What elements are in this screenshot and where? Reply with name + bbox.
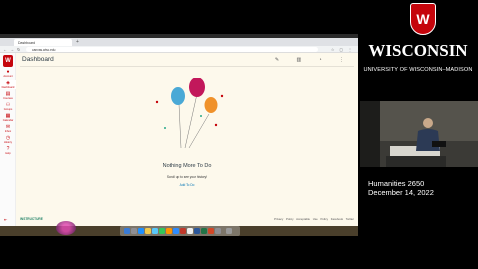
uw-crest-logo: W: [410, 3, 436, 35]
nav-calendar-label: Calendar: [2, 119, 14, 122]
university-subtitle: UNIVERSITY OF WISCONSIN–MADISON: [363, 67, 473, 73]
safari-icon[interactable]: [138, 228, 144, 234]
lecturer-video: [360, 101, 478, 167]
mail-icon[interactable]: [152, 228, 158, 234]
nav-account[interactable]: ● Account: [0, 69, 16, 78]
university-logo[interactable]: W: [3, 55, 13, 67]
balloons-illustration: [155, 78, 224, 149]
tab-dashboard[interactable]: Dashboard: [14, 39, 72, 46]
global-navigation: W ● Account ◈ Dashboard ▤ Courses ⚇ Grou…: [0, 53, 16, 226]
address-bar: ← → ↻ canvas.wisc.edu ☆ ◻ ⋮: [0, 46, 358, 53]
empty-state-subtitle: Scroll up to see your history!: [166, 175, 208, 179]
course-caption: Humanities 2650 December 14, 2022: [368, 179, 434, 197]
canvas-app: W ● Account ◈ Dashboard ▤ Courses ⚇ Grou…: [0, 53, 358, 226]
screen: Dashboard + ← → ↻ canvas.wisc.edu ☆ ◻ ⋮ …: [0, 0, 478, 269]
instructure-logo[interactable]: INSTRUCTURE: [20, 217, 43, 221]
nav-inbox[interactable]: ✉ Inbox: [0, 124, 16, 133]
zoom-icon[interactable]: [173, 228, 179, 234]
trash-icon[interactable]: [226, 228, 232, 234]
lecture-date: December 14, 2022: [368, 188, 434, 197]
nav-help[interactable]: ? Help: [0, 146, 16, 155]
chrome-icon[interactable]: [145, 228, 151, 234]
notes-icon[interactable]: [187, 228, 193, 234]
browser-window: Dashboard + ← → ↻ canvas.wisc.edu ☆ ◻ ⋮ …: [0, 38, 358, 226]
back-icon[interactable]: ←: [3, 47, 7, 52]
word-icon[interactable]: [194, 228, 200, 234]
browser-extension-icons[interactable]: ☆ ◻ ⋮: [331, 47, 354, 52]
add-todo-link[interactable]: Add To Do: [16, 183, 358, 187]
course-name: Humanities 2650: [368, 179, 425, 188]
nav-groups[interactable]: ⚇ Groups: [0, 102, 16, 111]
photos-icon[interactable]: [166, 228, 172, 234]
letterbox-bottom: [0, 236, 358, 269]
nav-calendar[interactable]: ▦ Calendar: [0, 113, 16, 122]
dashboard-header-actions[interactable]: ✎ ▥ ◔ ⋮: [275, 57, 352, 63]
tab-bar: Dashboard +: [0, 38, 358, 46]
nav-history-label: History: [3, 141, 13, 144]
desktop-wallpaper: [0, 226, 358, 236]
nav-history[interactable]: ◷ History: [0, 135, 16, 144]
nav-help-label: Help: [5, 152, 11, 155]
nav-groups-label: Groups: [3, 108, 13, 111]
mac-dock: [120, 226, 240, 236]
powerpoint-icon[interactable]: [208, 228, 214, 234]
lecture-panel: W WISCONSIN UNIVERSITY OF WISCONSIN–MADI…: [358, 0, 478, 269]
footer-links[interactable]: Privacy Policy Acceptable Use Policy Fac…: [274, 217, 354, 221]
nav-courses[interactable]: ▤ Courses: [0, 91, 16, 100]
wallpaper-flower: [56, 221, 76, 235]
settings-icon[interactable]: [215, 228, 221, 234]
collapse-nav-icon[interactable]: ⇤: [4, 217, 7, 222]
page-title: Dashboard: [22, 56, 54, 63]
messages-icon[interactable]: [159, 228, 165, 234]
tab-title: Dashboard: [18, 40, 36, 45]
finder-icon[interactable]: [124, 228, 130, 234]
url-field[interactable]: canvas.wisc.edu: [26, 47, 318, 52]
reload-icon[interactable]: ↻: [17, 47, 20, 52]
dashboard-main: Dashboard ✎ ▥ ◔ ⋮ Nothing More To Do Scr…: [16, 53, 358, 226]
acrobat-icon[interactable]: [180, 228, 186, 234]
nav-dashboard[interactable]: ◈ Dashboard: [0, 80, 16, 89]
nav-dashboard-label: Dashboard: [1, 86, 15, 89]
url-text: canvas.wisc.edu: [32, 47, 56, 52]
launchpad-icon[interactable]: [131, 228, 137, 234]
nav-inbox-label: Inbox: [4, 130, 12, 133]
letterbox-top: [0, 0, 358, 34]
university-wordmark: WISCONSIN: [368, 41, 468, 60]
forward-icon[interactable]: →: [10, 47, 14, 52]
empty-state-title: Nothing More To Do: [162, 163, 212, 169]
new-tab-button[interactable]: +: [76, 39, 79, 45]
header-divider: [20, 66, 354, 67]
nav-account-label: Account: [3, 75, 13, 78]
nav-courses-label: Courses: [3, 97, 13, 100]
excel-icon[interactable]: [201, 228, 207, 234]
